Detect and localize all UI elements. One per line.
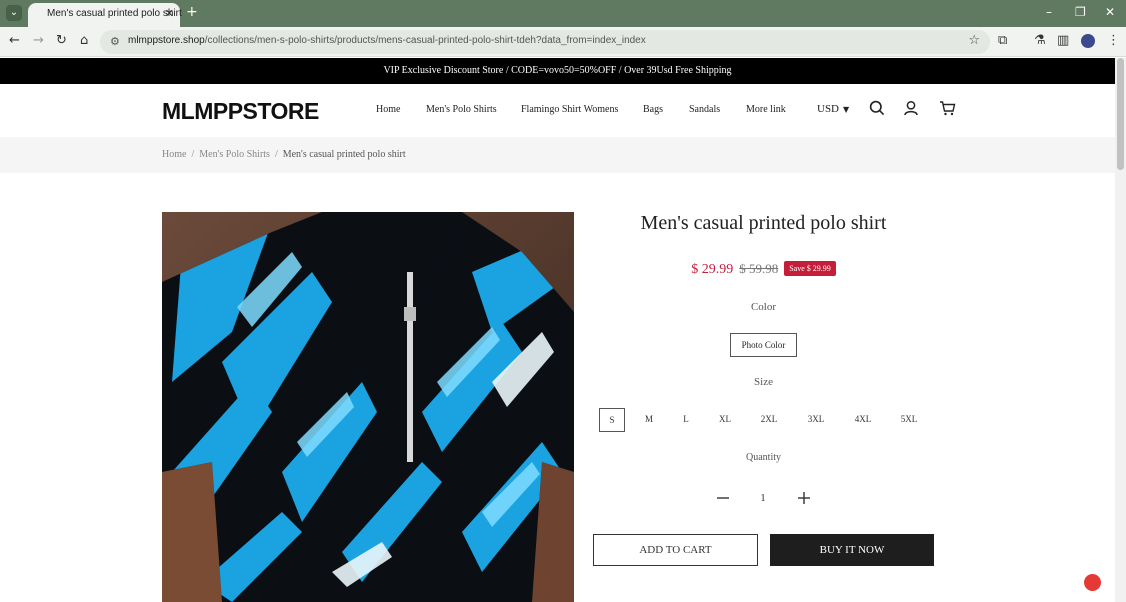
price-row: $ 29.99 $ 59.98 Save $ 29.99: [593, 260, 934, 278]
sale-price: $ 29.99: [691, 262, 734, 277]
announcement-bar: VIP Exclusive Discount Store / CODE=vovo…: [0, 58, 1115, 84]
quantity-value[interactable]: 1: [753, 493, 773, 504]
forward-icon[interactable]: →: [33, 33, 44, 48]
back-icon[interactable]: ←: [9, 33, 20, 48]
nav-more-link[interactable]: More link: [746, 104, 786, 115]
size-option-l[interactable]: L: [673, 408, 699, 432]
plus-icon[interactable]: [797, 491, 811, 505]
breadcrumb-separator: /: [191, 149, 195, 160]
save-badge: Save $ 29.99: [784, 261, 836, 276]
star-icon[interactable]: ☆: [968, 33, 980, 48]
browser-toolbar: ← → ↻ ⌂ ⚙ mlmppstore.shop/collections/me…: [0, 27, 1126, 57]
currency-selector[interactable]: USD ▼: [817, 103, 849, 115]
size-label: Size: [754, 376, 773, 388]
size-option-2xl[interactable]: 2XL: [756, 408, 782, 432]
add-to-cart-button[interactable]: ADD TO CART: [593, 534, 758, 566]
menu-icon[interactable]: ⋮: [1107, 33, 1120, 48]
cart-icon[interactable]: [939, 100, 956, 116]
browser-tab[interactable]: Men's casual printed polo shirt ✕: [28, 3, 182, 27]
restore-icon[interactable]: ❐: [1075, 5, 1086, 19]
lab-icon[interactable]: ⚗: [1034, 33, 1046, 48]
breadcrumb-home[interactable]: Home: [162, 149, 186, 160]
browser-tab-bar: ⌄ Men's casual printed polo shirt ✕ + – …: [0, 0, 1126, 27]
tab-search-button[interactable]: ⌄: [6, 5, 22, 21]
color-option-photo-color[interactable]: Photo Color: [730, 333, 797, 357]
product-title: Men's casual printed polo shirt: [640, 212, 887, 234]
search-icon[interactable]: [869, 100, 885, 116]
site-info-icon[interactable]: ⚙: [110, 35, 120, 48]
account-icon[interactable]: [903, 100, 919, 116]
size-option-5xl[interactable]: 5XL: [896, 408, 922, 432]
nav-home[interactable]: Home: [376, 104, 400, 115]
nav-mens-polo-shirts[interactable]: Men's Polo Shirts: [426, 104, 497, 115]
minimize-icon[interactable]: –: [1046, 5, 1052, 19]
product-image[interactable]: [162, 212, 574, 602]
breadcrumb: Home / Men's Polo Shirts / Men's casual prin…: [0, 137, 1115, 173]
size-option-4xl[interactable]: 4XL: [850, 408, 876, 432]
extensions-icon[interactable]: ⧉: [998, 33, 1007, 48]
address-bar[interactable]: ⚙ mlmppstore.shop/collections/men-s-polo…: [100, 30, 990, 54]
profile-icon[interactable]: [1081, 34, 1095, 48]
scrollbar-thumb[interactable]: [1117, 58, 1124, 170]
nav-bags[interactable]: Bags: [643, 104, 663, 115]
nav-sandals[interactable]: Sandals: [689, 104, 720, 115]
breadcrumb-current: Men's casual printed polo shirt: [282, 149, 406, 160]
side-panel-icon[interactable]: ▥: [1057, 33, 1069, 48]
url-text: mlmppstore.shop/collections/men-s-polo-s…: [128, 35, 646, 46]
nav-flamingo-shirt-womens[interactable]: Flamingo Shirt Womens: [521, 104, 618, 115]
buy-it-now-button[interactable]: BUY IT NOW: [770, 534, 934, 566]
breadcrumb-separator: /: [274, 149, 278, 160]
close-tab-icon[interactable]: ✕: [165, 7, 174, 20]
close-window-icon[interactable]: ✕: [1105, 5, 1115, 19]
minus-icon[interactable]: [716, 491, 730, 505]
reload-icon[interactable]: ↻: [56, 33, 67, 48]
quantity-label: Quantity: [746, 452, 781, 463]
breadcrumb-collection[interactable]: Men's Polo Shirts: [199, 149, 270, 160]
site-header: MLMPPSTORE Home Men's Polo Shirts Flamin…: [0, 84, 1115, 137]
color-label: Color: [750, 301, 777, 313]
compare-price: $ 59.98: [739, 261, 779, 276]
currency-label: USD: [817, 103, 840, 115]
home-icon[interactable]: ⌂: [80, 33, 88, 48]
size-option-m[interactable]: M: [636, 408, 662, 432]
floating-widget-icon[interactable]: [1084, 574, 1101, 591]
page-scrollbar[interactable]: [1115, 58, 1126, 602]
chevron-down-icon: ▼: [843, 105, 850, 114]
store-logo[interactable]: MLMPPSTORE: [162, 98, 319, 125]
size-option-3xl[interactable]: 3XL: [803, 408, 829, 432]
size-option-s[interactable]: S: [599, 408, 625, 432]
size-option-xl[interactable]: XL: [712, 408, 738, 432]
tab-title: Men's casual printed polo shirt: [47, 8, 182, 19]
new-tab-icon[interactable]: +: [186, 4, 198, 20]
